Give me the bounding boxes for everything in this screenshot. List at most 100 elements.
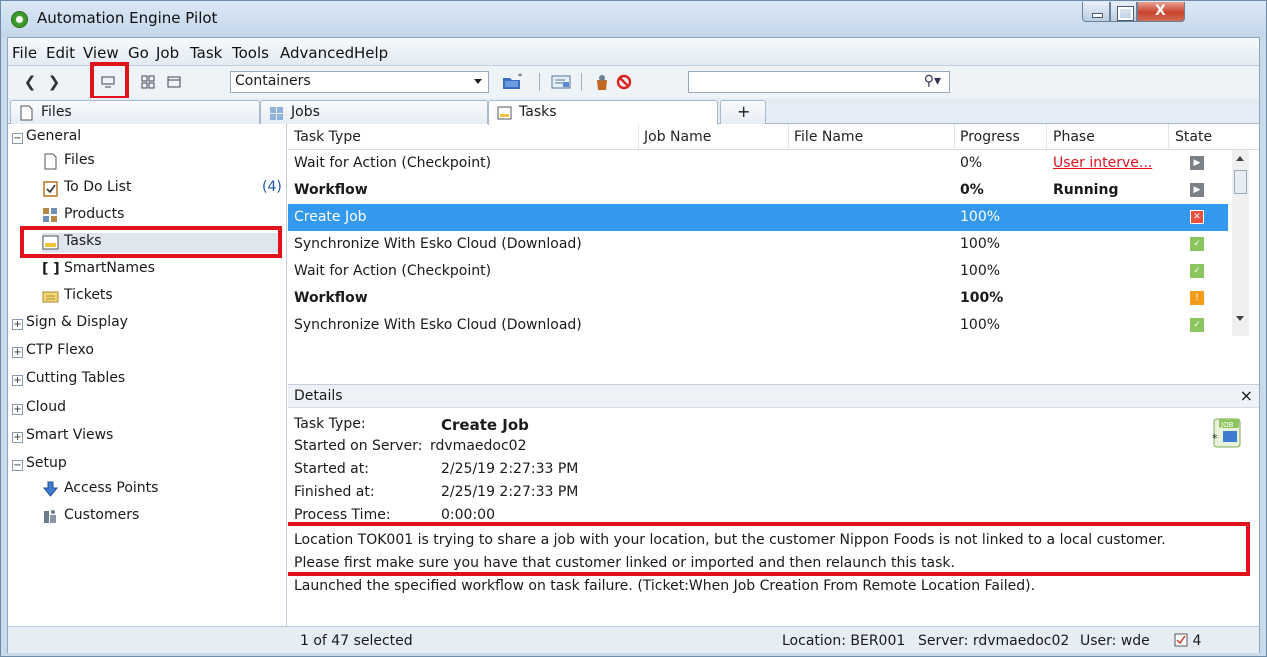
tree-item-todo[interactable]: To Do List bbox=[42, 179, 131, 199]
panel-view-icon[interactable] bbox=[164, 72, 184, 92]
tree-item-smartnames[interactable]: [ ] SmartNames bbox=[42, 260, 155, 280]
back-icon[interactable]: ❮ bbox=[20, 72, 40, 92]
tree-item-customers[interactable]: Customers bbox=[42, 507, 139, 527]
tree-item-label: To Do List bbox=[64, 179, 132, 195]
collapse-icon[interactable]: − bbox=[12, 133, 23, 144]
svg-text:*: * bbox=[1212, 432, 1218, 445]
menu-edit[interactable]: Edit bbox=[46, 44, 75, 62]
scrollbar-thumb[interactable] bbox=[1234, 170, 1247, 194]
column-state[interactable]: State bbox=[1175, 129, 1212, 145]
tab-jobs[interactable]: Jobs bbox=[260, 100, 488, 124]
add-tab-button[interactable]: + bbox=[720, 100, 766, 124]
table-scrollbar[interactable] bbox=[1232, 150, 1249, 336]
menu-file[interactable]: File bbox=[12, 44, 37, 62]
column-phase[interactable]: Phase bbox=[1053, 129, 1095, 145]
details-close-icon[interactable]: × bbox=[1240, 386, 1253, 405]
tree-item-files[interactable]: Files bbox=[42, 152, 95, 172]
table-row[interactable]: Wait for Action (Checkpoint) 0% User int… bbox=[288, 150, 1228, 177]
menu-go[interactable]: Go bbox=[128, 44, 149, 62]
tree-group-ctp-flexo[interactable]: + CTP Flexo bbox=[12, 342, 94, 362]
tree-group-label: Sign & Display bbox=[26, 314, 128, 330]
new-container-icon[interactable]: * bbox=[500, 72, 526, 92]
state-ok-icon: ✓ bbox=[1190, 237, 1204, 251]
menu-advanced[interactable]: Advanced bbox=[280, 44, 354, 62]
access-points-icon bbox=[42, 481, 59, 497]
tree-item-label: SmartNames bbox=[64, 260, 155, 276]
table-row[interactable]: Synchronize With Esko Cloud (Download) 1… bbox=[288, 312, 1228, 332]
menu-tools[interactable]: Tools bbox=[232, 44, 269, 62]
app-icon bbox=[11, 11, 28, 28]
expand-icon[interactable]: + bbox=[12, 432, 23, 443]
cancel-icon[interactable] bbox=[614, 72, 634, 92]
tab-bar: Files Jobs Tasks + bbox=[8, 98, 1259, 125]
tree-group-cutting-tables[interactable]: + Cutting Tables bbox=[12, 370, 125, 390]
forward-icon[interactable]: ❯ bbox=[44, 72, 64, 92]
view-highlight-box bbox=[90, 62, 129, 100]
table-row[interactable]: Workflow 100% ! bbox=[288, 285, 1228, 312]
add-tab-label: + bbox=[737, 102, 751, 121]
todo-icon bbox=[43, 181, 58, 197]
search-icon[interactable]: ⚲▾ bbox=[924, 73, 941, 89]
search-input[interactable]: ⚲▾ bbox=[688, 71, 950, 93]
view-selector[interactable]: Containers bbox=[230, 71, 489, 93]
tile-view-icon[interactable] bbox=[138, 72, 158, 92]
view-selector-value: Containers bbox=[235, 73, 311, 89]
cell-phase: Running bbox=[1053, 182, 1119, 198]
tree-group-smart-views[interactable]: + Smart Views bbox=[12, 427, 113, 447]
cell-task-type: Synchronize With Esko Cloud (Download) bbox=[294, 236, 582, 252]
message-highlight-box bbox=[288, 522, 1250, 576]
column-job-name[interactable]: Job Name bbox=[644, 129, 711, 145]
tab-tasks[interactable]: Tasks bbox=[488, 100, 718, 125]
file-icon bbox=[20, 105, 33, 121]
tree-item-tickets[interactable]: Tickets bbox=[42, 287, 113, 307]
scroll-up-icon[interactable] bbox=[1236, 156, 1244, 161]
menu-task[interactable]: Task bbox=[190, 44, 222, 62]
table-row[interactable]: Workflow 0% Running ▶ bbox=[288, 177, 1228, 204]
menu-help[interactable]: Help bbox=[354, 44, 388, 62]
tab-files[interactable]: Files bbox=[10, 100, 260, 124]
tree-group-label: General bbox=[26, 128, 82, 144]
collapse-icon[interactable]: − bbox=[12, 460, 23, 471]
detail-finished-label: Finished at: bbox=[294, 484, 375, 500]
column-task-type[interactable]: Task Type bbox=[294, 129, 361, 145]
status-user: User: wde bbox=[1080, 633, 1150, 649]
launch-icon[interactable] bbox=[592, 72, 612, 92]
cell-task-type: Workflow bbox=[294, 290, 368, 306]
close-button[interactable] bbox=[1137, 2, 1185, 22]
tree-item-products[interactable]: Products bbox=[42, 206, 124, 226]
jobs-icon bbox=[270, 107, 283, 120]
scroll-down-icon[interactable] bbox=[1236, 316, 1244, 321]
tree-item-label: Products bbox=[64, 206, 125, 222]
app-window: Automation Engine Pilot File Edit View G… bbox=[0, 0, 1267, 657]
table-row[interactable]: Synchronize With Esko Cloud (Download) 1… bbox=[288, 231, 1228, 258]
minimize-button[interactable] bbox=[1082, 2, 1110, 22]
cell-phase-link[interactable]: User interve... bbox=[1053, 155, 1152, 171]
status-server: Server: rdvmaedoc02 bbox=[918, 633, 1070, 649]
todo-status-icon[interactable]: 4 bbox=[1174, 633, 1201, 649]
tree-group-sign-display[interactable]: + Sign & Display bbox=[12, 314, 128, 334]
detail-task-type-label: Task Type: bbox=[294, 416, 366, 432]
tree-group-cloud[interactable]: + Cloud bbox=[12, 399, 66, 419]
table-row-selected[interactable]: Create Job 100% ✕ bbox=[288, 204, 1228, 231]
column-file-name[interactable]: File Name bbox=[794, 129, 863, 145]
tree-group-general[interactable]: − General bbox=[12, 128, 81, 148]
title-bar[interactable]: Automation Engine Pilot bbox=[1, 1, 1266, 37]
expand-icon[interactable]: + bbox=[12, 347, 23, 358]
tree-group-label: Cutting Tables bbox=[26, 370, 126, 386]
job-icon-label: JOB bbox=[1220, 421, 1234, 429]
settings-icon[interactable] bbox=[550, 72, 572, 92]
cell-progress: 100% bbox=[960, 290, 1004, 306]
tree-item-access-points[interactable]: Access Points bbox=[42, 480, 158, 500]
menu-view[interactable]: View bbox=[83, 44, 119, 62]
window-title: Automation Engine Pilot bbox=[37, 9, 218, 27]
expand-icon[interactable]: + bbox=[12, 404, 23, 415]
detail-server-label: Started on Server: bbox=[294, 438, 423, 454]
table-row[interactable]: Wait for Action (Checkpoint) 100% ✓ bbox=[288, 258, 1228, 285]
expand-icon[interactable]: + bbox=[12, 319, 23, 330]
expand-icon[interactable]: + bbox=[12, 375, 23, 386]
menu-job[interactable]: Job bbox=[156, 44, 179, 62]
smartnames-icon: [ ] bbox=[42, 261, 60, 277]
tree-group-setup[interactable]: − Setup bbox=[12, 455, 67, 475]
column-progress[interactable]: Progress bbox=[960, 129, 1020, 145]
maximize-button[interactable] bbox=[1110, 2, 1137, 22]
